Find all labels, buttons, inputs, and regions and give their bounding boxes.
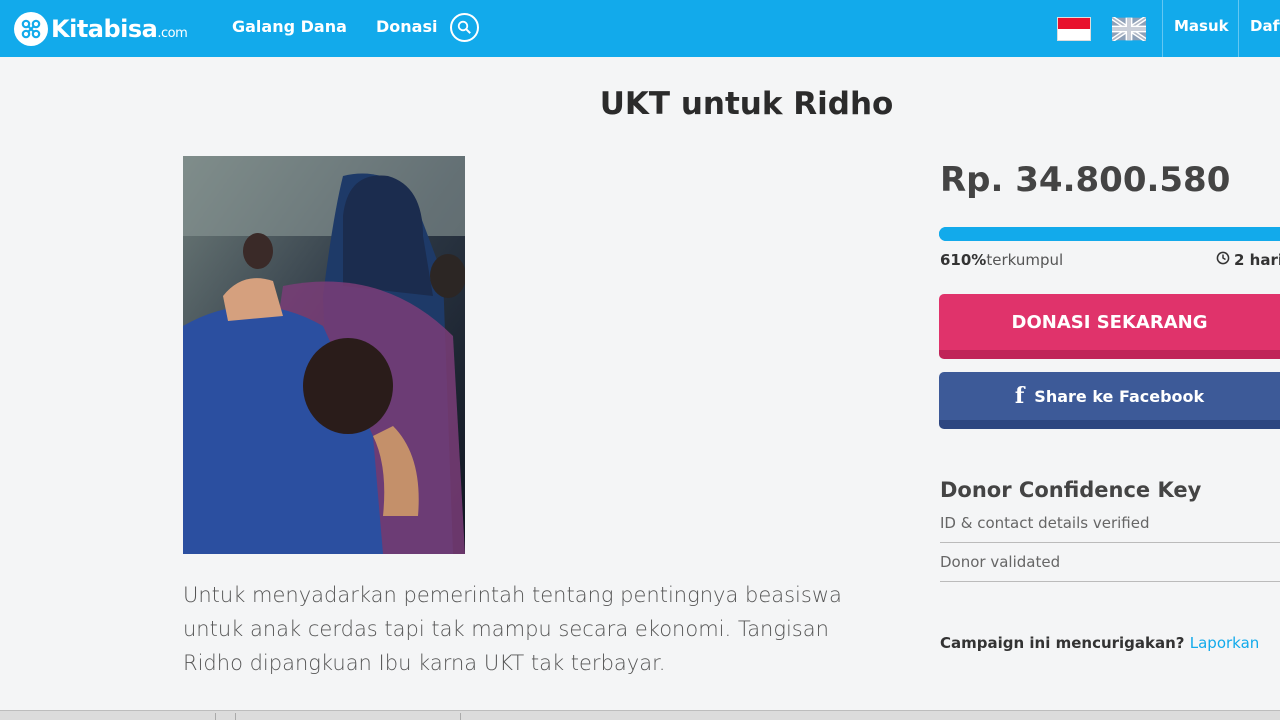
strip-divider [460,713,461,720]
report-campaign: Campaign ini mencurigakan? Laporkan [940,634,1260,652]
share-facebook-label: Share ke Facebook [1034,386,1205,406]
donate-now-button[interactable]: DONASI SEKARANG [939,294,1280,359]
top-navigation-bar: Kitabisa.com Galang Dana Donasi Masuk Da… [0,0,1280,57]
confidence-item-donor: Donor validated [940,553,1280,582]
strip-divider [235,713,236,720]
progress-bar [939,227,1280,241]
logo-text: Kitabisa.com [51,15,188,43]
confidence-item-id: ID & contact details verified [940,514,1280,543]
nav-donasi[interactable]: Donasi [376,17,437,36]
nav-daftar[interactable]: Daft [1250,17,1280,35]
search-icon[interactable] [450,13,479,42]
window-bottom-strip [0,710,1280,720]
percent-collected: 610%terkumpul [940,251,1064,269]
campaign-description: Untuk menyadarkan pemerintah tentang pen… [183,583,842,675]
campaign-photo [183,156,465,554]
days-remaining: 2 hari [1216,251,1280,269]
share-facebook-button[interactable]: f Share ke Facebook [939,372,1280,429]
collected-amount: Rp. 34.800.580 [940,160,1231,200]
header-divider [1238,0,1239,57]
donor-confidence-title: Donor Confidence Key [940,478,1202,502]
facebook-icon: f [1014,383,1025,409]
report-link[interactable]: Laporkan [1190,634,1260,652]
flag-indonesia-icon[interactable] [1057,17,1091,41]
nav-masuk[interactable]: Masuk [1174,17,1229,35]
kitabisa-logo-icon [14,12,48,46]
kitabisa-logo[interactable]: Kitabisa.com [14,11,188,47]
clock-icon [1216,251,1230,269]
flag-uk-icon[interactable] [1112,17,1146,41]
nav-galang-dana[interactable]: Galang Dana [232,17,347,36]
strip-divider [215,713,216,720]
campaign-title: UKT untuk Ridho [599,86,894,122]
header-divider [1162,0,1163,57]
